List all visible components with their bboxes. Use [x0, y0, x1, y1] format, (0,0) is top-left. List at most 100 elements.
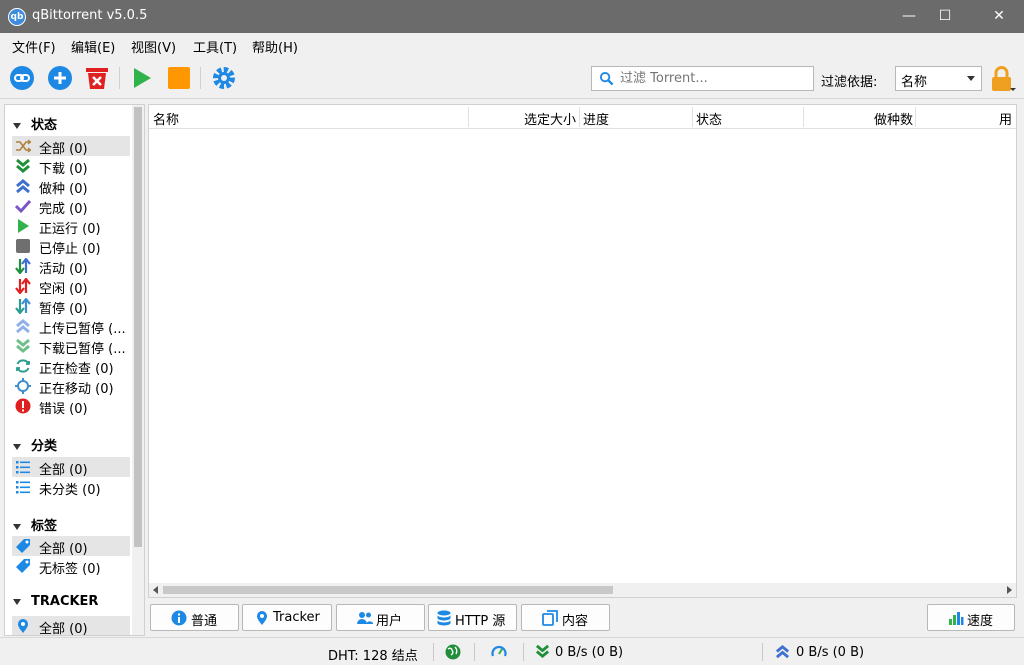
- tag-section-header[interactable]: 标签: [13, 515, 57, 534]
- status-item-completed[interactable]: 完成 (0): [12, 196, 130, 217]
- collapse-arrow-icon: [13, 122, 21, 129]
- tab-content[interactable]: 内容: [521, 604, 610, 631]
- status-item-label: 暂停 (0): [39, 302, 88, 317]
- status-item-label: 已停止 (0): [39, 242, 101, 257]
- status-item-label: 错误 (0): [39, 402, 88, 417]
- filter-select[interactable]: 名称: [895, 66, 982, 91]
- column-name[interactable]: 名称: [153, 109, 179, 128]
- tab-general[interactable]: 普通: [150, 604, 239, 631]
- column-peers[interactable]: 用: [999, 109, 1012, 128]
- app-icon: qb: [8, 8, 26, 26]
- maximize-button[interactable]: ☐: [922, 0, 968, 33]
- status-item-label: 下载 (0): [39, 162, 88, 177]
- column-header: 名称 选定大小 进度 状态 做种数 用: [149, 105, 1016, 129]
- toolbar-separator: [119, 67, 120, 89]
- menu-file[interactable]: 文件(F): [12, 37, 56, 56]
- status-separator: [523, 643, 524, 661]
- status-item-label: 下载已暂停 (...: [39, 342, 126, 357]
- tab-peers[interactable]: 用户: [336, 604, 425, 631]
- status-item-label: 完成 (0): [39, 202, 88, 217]
- status-item-label: 正运行 (0): [39, 222, 101, 237]
- settings-gear-icon[interactable]: [211, 65, 237, 91]
- sidebar-scrollbar[interactable]: [132, 105, 144, 635]
- tag-header-label: 标签: [31, 519, 58, 534]
- column-divider[interactable]: [692, 107, 693, 127]
- status-item-downloading[interactable]: 下载 (0): [12, 156, 130, 177]
- speed-limit-gauge-icon[interactable]: [491, 644, 507, 660]
- status-item-inactive[interactable]: 空闲 (0): [12, 276, 130, 297]
- menu-view[interactable]: 视图(V): [131, 37, 176, 56]
- menu-tools[interactable]: 工具(T): [193, 37, 237, 56]
- column-divider[interactable]: [915, 107, 916, 127]
- lock-icon[interactable]: [989, 65, 1017, 93]
- tab-http-sources[interactable]: HTTP 源: [428, 604, 517, 631]
- category-item-label: 未分类 (0): [39, 483, 101, 498]
- properties-tab-bar: 普通 Tracker 用户 HTTP 源 内容 速度: [0, 600, 1024, 634]
- search-input[interactable]: [620, 69, 808, 88]
- refresh-icon: [16, 359, 30, 373]
- status-section-header[interactable]: 状态: [13, 114, 57, 133]
- stop-icon[interactable]: [166, 65, 192, 91]
- status-item-paused[interactable]: 暂停 (0): [12, 296, 130, 317]
- title-bar: qb qBittorrent v5.0.5 — ☐ ✕: [0, 0, 1024, 33]
- column-seeds[interactable]: 做种数: [874, 109, 913, 128]
- category-item-label: 全部 (0): [39, 463, 88, 478]
- column-progress[interactable]: 进度: [583, 109, 609, 128]
- menu-help[interactable]: 帮助(H): [252, 37, 298, 56]
- status-item-moving[interactable]: 正在移动 (0): [12, 376, 130, 397]
- status-item-label: 正在移动 (0): [39, 382, 114, 397]
- start-icon[interactable]: [129, 65, 155, 91]
- status-item-error[interactable]: 错误 (0): [12, 396, 130, 417]
- status-item-stopped[interactable]: 已停止 (0): [12, 236, 130, 257]
- upload-paused-icon: [16, 319, 30, 334]
- category-item-uncategorized[interactable]: 未分类 (0): [12, 477, 130, 498]
- status-separator: [762, 643, 763, 661]
- status-separator: [474, 643, 475, 661]
- tag-icon: [16, 539, 30, 553]
- tab-tracker[interactable]: Tracker: [242, 604, 332, 631]
- close-button[interactable]: ✕: [976, 0, 1022, 33]
- status-item-all[interactable]: 全部 (0): [12, 136, 130, 157]
- category-section-header[interactable]: 分类: [13, 435, 57, 454]
- status-item-download-paused[interactable]: 下载已暂停 (...: [12, 336, 130, 357]
- list-icon: [16, 481, 30, 494]
- speed-button[interactable]: 速度: [927, 604, 1015, 631]
- column-divider[interactable]: [468, 107, 469, 127]
- status-item-seeding[interactable]: 做种 (0): [12, 176, 130, 197]
- status-item-label: 正在检查 (0): [39, 362, 114, 377]
- scroll-right-icon[interactable]: [1005, 586, 1013, 594]
- column-divider[interactable]: [803, 107, 804, 127]
- stop-square-icon: [16, 239, 30, 253]
- scroll-left-icon[interactable]: [152, 586, 160, 594]
- add-torrent-icon[interactable]: [47, 65, 73, 91]
- connection-globe-icon[interactable]: [445, 644, 461, 660]
- tag-item-all[interactable]: 全部 (0): [12, 536, 130, 557]
- tag-item-untagged[interactable]: 无标签 (0): [12, 556, 130, 577]
- horizontal-scrollbar[interactable]: [149, 583, 1016, 597]
- column-selected-size[interactable]: 选定大小: [524, 109, 576, 128]
- status-item-checking[interactable]: 正在检查 (0): [12, 356, 130, 377]
- column-status[interactable]: 状态: [696, 109, 722, 128]
- menu-bar: 文件(F) 编辑(E) 视图(V) 工具(T) 帮助(H): [0, 33, 1024, 57]
- column-divider[interactable]: [579, 107, 580, 127]
- checkmark-icon: [15, 199, 31, 214]
- active-arrows-icon: [15, 258, 31, 274]
- window-title: qBittorrent v5.0.5: [32, 8, 148, 23]
- torrent-list[interactable]: 名称 选定大小 进度 状态 做种数 用: [148, 104, 1017, 598]
- status-item-active[interactable]: 活动 (0): [12, 256, 130, 277]
- status-item-label: 全部 (0): [39, 142, 88, 157]
- status-item-running[interactable]: 正运行 (0): [12, 216, 130, 237]
- scrollbar-thumb[interactable]: [163, 586, 613, 594]
- tag-item-label: 全部 (0): [39, 542, 88, 557]
- delete-icon[interactable]: [84, 65, 110, 91]
- download-speed[interactable]: 0 B/s (0 B): [555, 645, 623, 660]
- info-icon: [171, 610, 187, 626]
- menu-edit[interactable]: 编辑(E): [71, 37, 115, 56]
- scrollbar-thumb[interactable]: [134, 107, 142, 547]
- tag-icon: [16, 559, 30, 573]
- tab-label: 内容: [562, 614, 589, 629]
- upload-speed[interactable]: 0 B/s (0 B): [796, 645, 864, 660]
- category-item-all[interactable]: 全部 (0): [12, 457, 130, 478]
- add-link-icon[interactable]: [9, 65, 35, 91]
- status-item-upload-paused[interactable]: 上传已暂停 (...: [12, 316, 130, 337]
